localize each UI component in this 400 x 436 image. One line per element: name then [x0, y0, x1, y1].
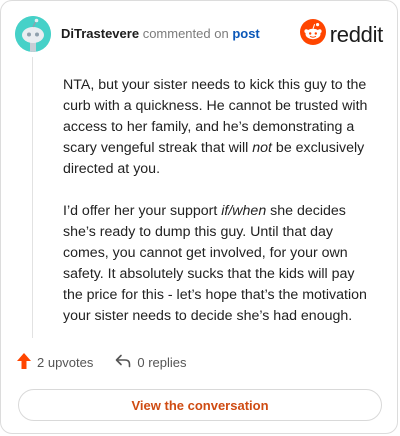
reddit-brand[interactable]: reddit: [299, 19, 384, 50]
comment-paragraph-2: I’d offer her your support if/when she d…: [63, 203, 367, 324]
snoo-avatar-icon[interactable]: [15, 16, 51, 52]
commented-on-text: commented on: [142, 26, 229, 41]
username-link[interactable]: DiTrastevere: [61, 26, 139, 41]
view-conversation-button[interactable]: View the conversation: [18, 389, 382, 421]
reddit-wordmark: reddit: [329, 21, 384, 47]
comment-embed-card: DiTrastevere commented on post reddit NT…: [0, 0, 398, 434]
reply-count: 0 replies: [137, 355, 187, 370]
reddit-logo-icon: [299, 19, 326, 50]
thread-line: [32, 57, 33, 338]
comment-body: NTA, but your sister needs to kick this …: [63, 75, 375, 348]
comment-paragraph-1: NTA, but your sister needs to kick this …: [63, 77, 368, 177]
reply-arrow-icon: [115, 354, 131, 371]
comment-actions: 2 upvotes 0 replies: [17, 353, 209, 372]
upvote-button[interactable]: 2 upvotes: [17, 353, 93, 372]
reply-button[interactable]: 0 replies: [115, 354, 187, 371]
upvote-arrow-icon: [17, 353, 31, 372]
upvote-count: 2 upvotes: [37, 355, 94, 370]
comment-header: DiTrastevere commented on post: [61, 26, 260, 41]
post-link[interactable]: post: [232, 26, 259, 41]
